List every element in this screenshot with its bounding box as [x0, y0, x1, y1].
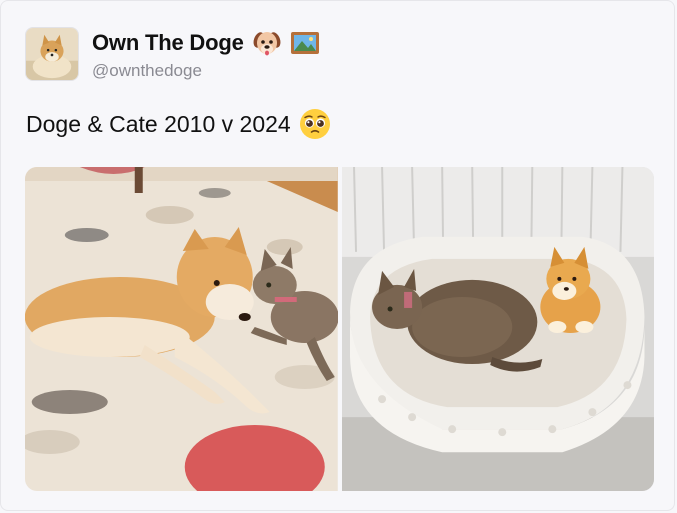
cat-in-basket-with-plush-doge-2024-photo: [341, 167, 654, 491]
author-name-row: Own The Doge: [92, 29, 320, 57]
post-text: Doge & Cate 2010 v 2024: [26, 110, 291, 137]
media-photo-left[interactable]: [25, 167, 338, 491]
doge-avatar-icon: [26, 28, 78, 80]
media-grid: [25, 167, 654, 491]
framed-picture-emoji-icon: [290, 28, 320, 58]
dog-face-emoji-icon: [252, 28, 282, 58]
author-display-name[interactable]: Own The Doge: [92, 30, 244, 56]
dog-and-cat-2010-photo: [25, 167, 338, 491]
media-photo-right[interactable]: [341, 167, 654, 491]
post-text-row: Doge & Cate 2010 v 2024: [26, 108, 331, 140]
pleading-face-emoji-icon: [299, 108, 331, 140]
avatar[interactable]: [25, 27, 79, 81]
post-card[interactable]: Own The Doge @ownthedoge Doge & Cate 201…: [0, 0, 675, 511]
author-handle[interactable]: @ownthedoge: [92, 61, 202, 81]
